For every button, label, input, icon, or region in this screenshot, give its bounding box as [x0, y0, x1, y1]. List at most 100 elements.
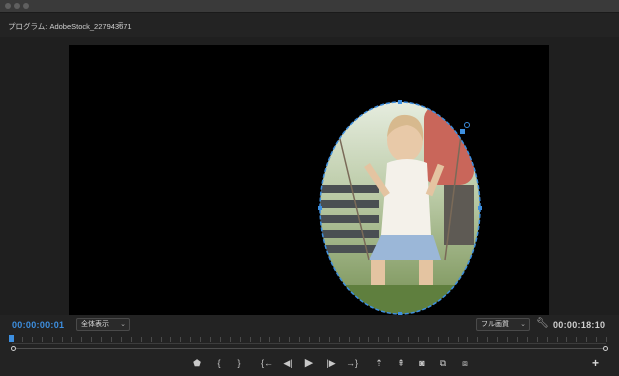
- ruler-tick: [378, 337, 380, 342]
- ruler-tick: [239, 337, 241, 342]
- ruler-tick: [318, 337, 320, 342]
- current-timecode[interactable]: 00:00:00:01: [12, 320, 64, 330]
- ruler-tick: [279, 337, 281, 342]
- scrollbar-right-handle[interactable]: [603, 346, 608, 351]
- lift-icon: ⇡: [375, 358, 383, 368]
- ruler-tick: [447, 337, 449, 342]
- ruler-tick: [398, 337, 400, 342]
- add-marker-button[interactable]: ⬟: [190, 356, 204, 370]
- go-to-in-button[interactable]: {←: [260, 356, 274, 370]
- duration-timecode: 00:00:18:10: [553, 320, 606, 330]
- ruler-baseline: [12, 343, 606, 344]
- video-content: [320, 102, 480, 314]
- scrollbar-left-handle[interactable]: [11, 346, 16, 351]
- ruler-tick: [358, 337, 360, 342]
- ruler-tick: [348, 337, 350, 342]
- playhead[interactable]: [9, 335, 14, 342]
- program-monitor-header: プログラム: AdobeStock_227943671 ≡: [0, 13, 619, 37]
- ruler-tick: [219, 337, 221, 342]
- scrollbar-track: [14, 348, 604, 349]
- zoom-level-value: 全体表示: [81, 321, 109, 328]
- mark-out-button[interactable]: }: [232, 356, 246, 370]
- ruler-tick: [467, 337, 469, 342]
- ruler-tick: [417, 337, 419, 342]
- ruler-tick: [338, 337, 340, 342]
- ruler-tick: [487, 337, 489, 342]
- ruler-tick: [437, 337, 439, 342]
- ruler-tick: [259, 337, 261, 342]
- go-to-out-icon: →}: [345, 358, 358, 368]
- overwrite-icon: ⧈: [462, 358, 468, 368]
- step-forward-button[interactable]: |▶: [324, 356, 338, 370]
- maximize-window-icon[interactable]: [23, 3, 29, 9]
- hamburger-icon[interactable]: ≡: [118, 19, 123, 29]
- ruler-tick: [269, 337, 271, 342]
- ruler-tick: [497, 337, 499, 342]
- ruler-tick: [120, 337, 122, 342]
- transport-controls: ⬟ {} {← ◀| ▶ |▶ →} ⇡ ⇞ ◙ ⧉ ⧈: [0, 352, 619, 376]
- ruler-tick: [210, 337, 211, 342]
- ruler-tick: [457, 337, 459, 342]
- camera-icon: ◙: [419, 358, 425, 368]
- extract-icon: ⇞: [397, 358, 405, 368]
- ruler-tick: [526, 337, 528, 342]
- step-back-icon: ◀|: [283, 358, 293, 368]
- ruler-tick: [507, 337, 508, 342]
- ruler-tick: [299, 337, 301, 342]
- playback-resolution-select[interactable]: フル画質 ⌄: [476, 318, 530, 331]
- extract-button[interactable]: ⇞: [394, 356, 408, 370]
- mark-in-button[interactable]: {: [212, 356, 226, 370]
- masked-video-preview: [318, 100, 482, 315]
- overwrite-button[interactable]: ⧈: [458, 356, 472, 370]
- ruler-tick: [21, 337, 23, 342]
- ruler-tick: [101, 337, 103, 342]
- ruler-tick: [328, 337, 330, 342]
- button-editor-add-button[interactable]: +: [592, 356, 599, 370]
- ruler-tick: [566, 337, 568, 342]
- ruler-tick: [200, 337, 202, 342]
- ruler-tick: [477, 337, 479, 342]
- ruler-tick: [408, 337, 409, 342]
- insert-button[interactable]: ⧉: [436, 356, 450, 370]
- time-ruler[interactable]: [8, 333, 611, 345]
- ruler-tick: [229, 337, 231, 342]
- ruler-tick: [150, 337, 152, 342]
- ruler-tick: [160, 337, 162, 342]
- close-window-icon[interactable]: [5, 3, 11, 9]
- minimize-window-icon[interactable]: [14, 3, 20, 9]
- chevron-down-icon: ⌄: [120, 321, 126, 328]
- step-back-button[interactable]: ◀|: [281, 356, 295, 370]
- go-to-in-icon: {←: [260, 358, 273, 368]
- resolution-value: フル画質: [481, 321, 509, 328]
- ruler-tick: [249, 337, 251, 342]
- ruler-tick: [111, 337, 112, 342]
- ruler-tick: [61, 337, 63, 342]
- video-frame[interactable]: [69, 45, 549, 315]
- ruler-tick: [427, 337, 429, 342]
- ruler-tick: [81, 337, 83, 342]
- ruler-tick: [41, 337, 43, 342]
- panel-title[interactable]: プログラム: AdobeStock_227943671: [8, 21, 132, 32]
- ruler-tick: [170, 337, 172, 342]
- ruler-tick: [71, 337, 73, 342]
- export-frame-button[interactable]: ◙: [415, 356, 429, 370]
- play-button[interactable]: ▶: [302, 356, 316, 370]
- mask-feather-handle[interactable]: [464, 122, 470, 128]
- zoom-scrollbar[interactable]: [11, 346, 608, 351]
- insert-icon: ⧉: [439, 358, 447, 368]
- ruler-tick: [388, 337, 390, 342]
- lift-button[interactable]: ⇡: [372, 356, 386, 370]
- go-to-out-button[interactable]: →}: [345, 356, 359, 370]
- ruler-tick: [289, 337, 291, 342]
- marker-icon: ⬟: [193, 358, 201, 368]
- ruler-tick: [190, 337, 192, 342]
- zoom-level-select[interactable]: 全体表示 ⌄: [76, 318, 130, 331]
- ruler-tick: [516, 337, 518, 342]
- ruler-tick: [576, 337, 578, 342]
- ruler-tick: [51, 337, 53, 342]
- ruler-tick: [556, 337, 558, 342]
- window-titlebar: [0, 0, 619, 13]
- ruler-tick: [606, 337, 607, 342]
- wrench-icon[interactable]: 🔧︎: [536, 318, 549, 329]
- ruler-tick: [536, 337, 538, 342]
